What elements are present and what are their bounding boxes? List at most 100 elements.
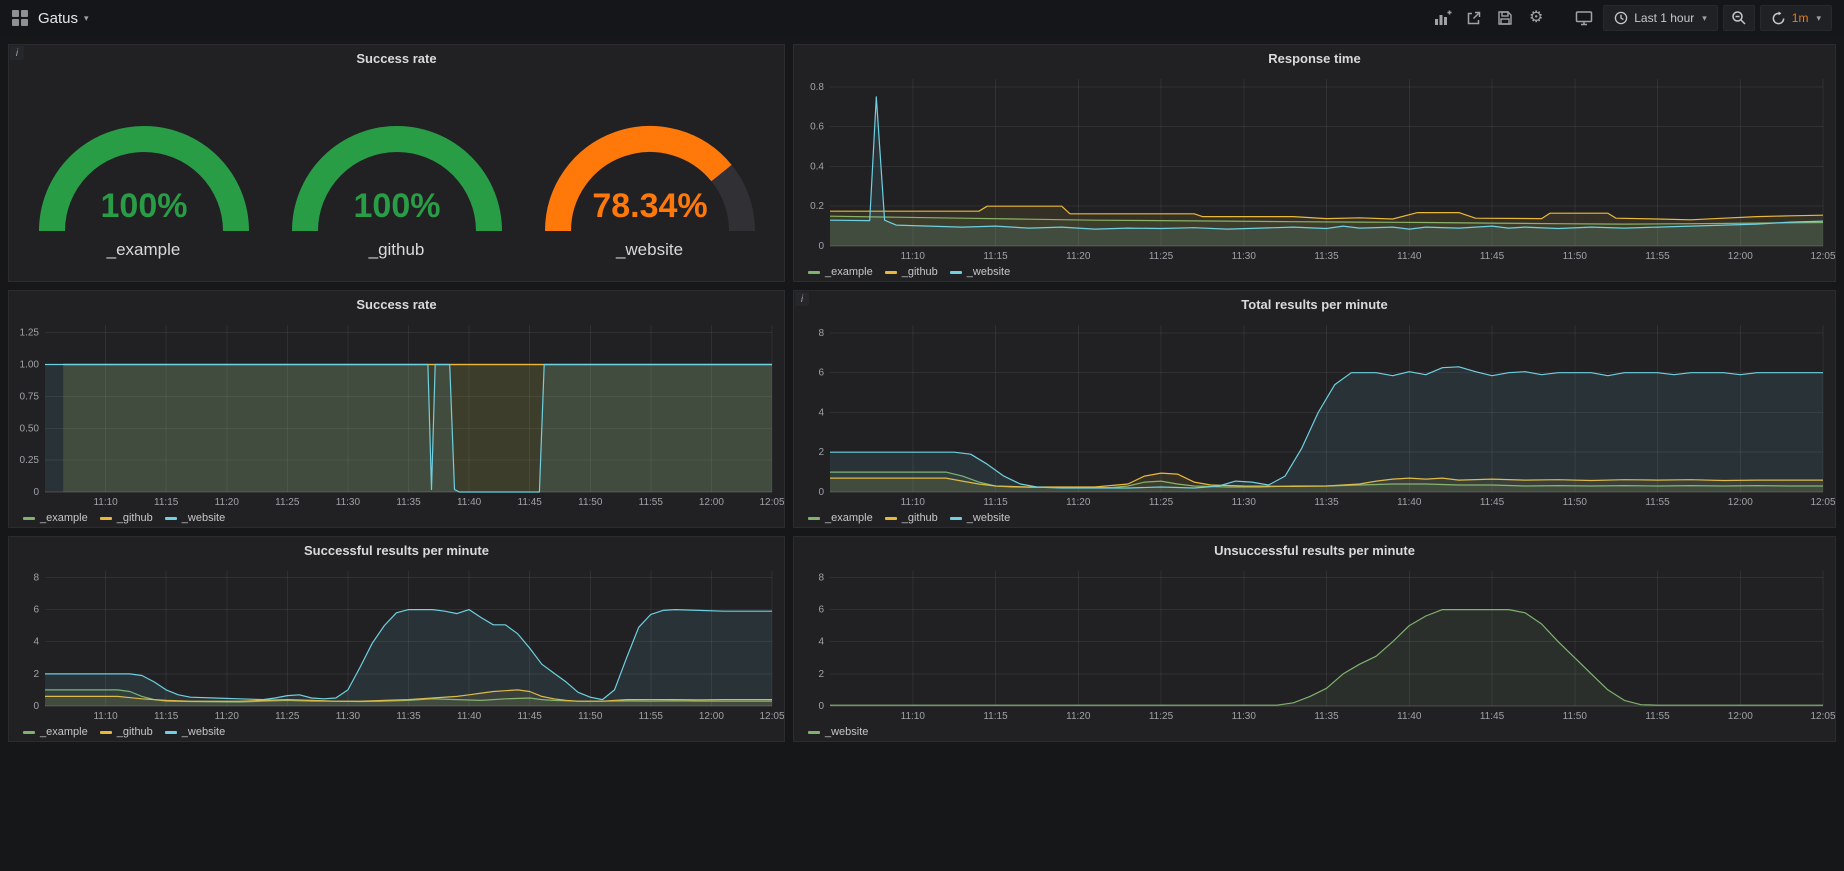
svg-text:11:40: 11:40 xyxy=(457,711,482,722)
svg-text:11:15: 11:15 xyxy=(983,497,1008,508)
svg-text:8: 8 xyxy=(818,328,824,339)
svg-text:4: 4 xyxy=(818,408,824,419)
chevron-down-icon: ▾ xyxy=(1702,13,1707,24)
svg-text:12:00: 12:00 xyxy=(699,711,724,722)
svg-text:11:10: 11:10 xyxy=(901,711,926,722)
panel-success-rate-timeseries: Success rate 00.250.500.751.001.2511:101… xyxy=(8,290,785,528)
gauge-_example: 100% _example xyxy=(19,93,269,260)
gauge-value: 100% xyxy=(100,187,187,225)
clock-icon xyxy=(1614,11,1628,25)
svg-text:11:35: 11:35 xyxy=(1314,497,1339,508)
legend-item-_github[interactable]: _github xyxy=(100,512,153,524)
panel-title[interactable]: Response time xyxy=(794,45,1835,71)
panel-title[interactable]: Unsuccessful results per minute xyxy=(794,537,1835,563)
svg-text:12:05: 12:05 xyxy=(1810,711,1835,722)
svg-text:0: 0 xyxy=(818,241,824,252)
svg-text:12:05: 12:05 xyxy=(1810,251,1835,262)
svg-text:11:15: 11:15 xyxy=(154,497,179,508)
svg-text:0: 0 xyxy=(33,487,39,498)
svg-text:11:45: 11:45 xyxy=(518,497,543,508)
svg-text:1.00: 1.00 xyxy=(20,360,40,371)
svg-text:11:50: 11:50 xyxy=(1563,497,1588,508)
refresh-icon xyxy=(1771,11,1786,26)
chart-legend: _example _github _website xyxy=(9,723,784,741)
svg-text:11:55: 11:55 xyxy=(1645,251,1670,262)
refresh-interval-label: 1m xyxy=(1792,11,1809,25)
panel-title[interactable]: Successful results per minute xyxy=(9,537,784,563)
zoom-out-button[interactable] xyxy=(1723,5,1755,31)
tv-mode-button[interactable] xyxy=(1570,5,1598,31)
navbar-actions: ⚙ Last 1 hour ▾ xyxy=(1429,5,1832,31)
svg-text:11:45: 11:45 xyxy=(518,711,543,722)
svg-text:11:50: 11:50 xyxy=(578,711,603,722)
svg-text:11:35: 11:35 xyxy=(396,497,421,508)
svg-text:11:15: 11:15 xyxy=(983,711,1008,722)
apps-grid-icon[interactable] xyxy=(12,10,28,26)
chart-legend: _example _github _website xyxy=(794,263,1835,281)
panel-title[interactable]: Success rate xyxy=(9,291,784,317)
gauge-arc: 100% xyxy=(19,93,269,238)
response-time-chart[interactable]: 00.20.40.60.811:1011:1511:2011:2511:3011… xyxy=(794,71,1835,263)
svg-text:8: 8 xyxy=(33,572,39,583)
svg-text:11:10: 11:10 xyxy=(93,497,118,508)
panel-successful-results: Successful results per minute 0246811:10… xyxy=(8,536,785,742)
successful-results-chart[interactable]: 0246811:1011:1511:2011:2511:3011:3511:40… xyxy=(9,563,784,723)
svg-text:11:15: 11:15 xyxy=(154,711,179,722)
svg-text:11:55: 11:55 xyxy=(1645,497,1670,508)
legend-item-_website[interactable]: _website xyxy=(950,266,1010,278)
settings-button[interactable]: ⚙ xyxy=(1522,5,1550,31)
svg-text:11:35: 11:35 xyxy=(1314,251,1339,262)
panel-title[interactable]: Success rate xyxy=(9,45,784,71)
svg-text:0: 0 xyxy=(818,487,824,498)
svg-text:11:25: 11:25 xyxy=(1149,711,1174,722)
legend-item-_website[interactable]: _website xyxy=(950,512,1010,524)
legend-item-_example[interactable]: _example xyxy=(23,726,88,738)
panel-info-icon[interactable]: i xyxy=(10,46,24,60)
legend-item-_github[interactable]: _github xyxy=(885,512,938,524)
unsuccessful-results-chart[interactable]: 0246811:1011:1511:2011:2511:3011:3511:40… xyxy=(794,563,1835,723)
svg-text:11:25: 11:25 xyxy=(275,497,300,508)
monitor-icon xyxy=(1575,10,1593,26)
svg-text:11:20: 11:20 xyxy=(215,497,240,508)
svg-text:11:20: 11:20 xyxy=(215,711,240,722)
panel-title[interactable]: Total results per minute xyxy=(794,291,1835,317)
legend-item-_example[interactable]: _example xyxy=(808,512,873,524)
svg-text:11:45: 11:45 xyxy=(1480,711,1505,722)
success-rate-chart[interactable]: 00.250.500.751.001.2511:1011:1511:2011:2… xyxy=(9,317,784,509)
add-panel-icon xyxy=(1434,10,1452,26)
legend-item-_github[interactable]: _github xyxy=(100,726,153,738)
legend-item-_website[interactable]: _website xyxy=(165,512,225,524)
svg-text:0: 0 xyxy=(818,701,824,712)
time-range-picker[interactable]: Last 1 hour ▾ xyxy=(1603,5,1718,31)
save-button[interactable] xyxy=(1491,5,1519,31)
svg-text:0.8: 0.8 xyxy=(810,82,824,93)
gauge-label: _example xyxy=(107,240,181,260)
legend-item-_website[interactable]: _website xyxy=(808,726,868,738)
svg-text:0.2: 0.2 xyxy=(810,201,824,212)
add-panel-button[interactable] xyxy=(1429,5,1457,31)
legend-item-_github[interactable]: _github xyxy=(885,266,938,278)
gauge-_website: 78.34%_website xyxy=(525,93,775,260)
legend-item-_example[interactable]: _example xyxy=(808,266,873,278)
svg-text:11:45: 11:45 xyxy=(1480,251,1505,262)
svg-text:6: 6 xyxy=(33,605,39,616)
legend-item-_website[interactable]: _website xyxy=(165,726,225,738)
share-button[interactable] xyxy=(1460,5,1488,31)
total-results-chart[interactable]: 0246811:1011:1511:2011:2511:3011:3511:40… xyxy=(794,317,1835,509)
svg-text:2: 2 xyxy=(818,669,824,680)
svg-text:11:30: 11:30 xyxy=(336,711,361,722)
refresh-picker[interactable]: 1m ▾ xyxy=(1760,5,1832,31)
svg-text:0.75: 0.75 xyxy=(20,391,40,402)
save-icon xyxy=(1497,10,1513,26)
svg-text:0.4: 0.4 xyxy=(810,162,824,173)
dashboard-title-dropdown[interactable]: Gatus ▾ xyxy=(38,10,89,27)
svg-text:11:35: 11:35 xyxy=(396,711,421,722)
chevron-down-icon: ▾ xyxy=(1816,13,1821,24)
svg-text:11:30: 11:30 xyxy=(336,497,361,508)
time-range-label: Last 1 hour xyxy=(1634,11,1694,25)
panel-info-icon[interactable]: i xyxy=(795,292,809,306)
legend-item-_example[interactable]: _example xyxy=(23,512,88,524)
svg-text:0.25: 0.25 xyxy=(20,455,40,466)
svg-text:11:25: 11:25 xyxy=(1149,251,1174,262)
svg-text:12:00: 12:00 xyxy=(1728,497,1753,508)
